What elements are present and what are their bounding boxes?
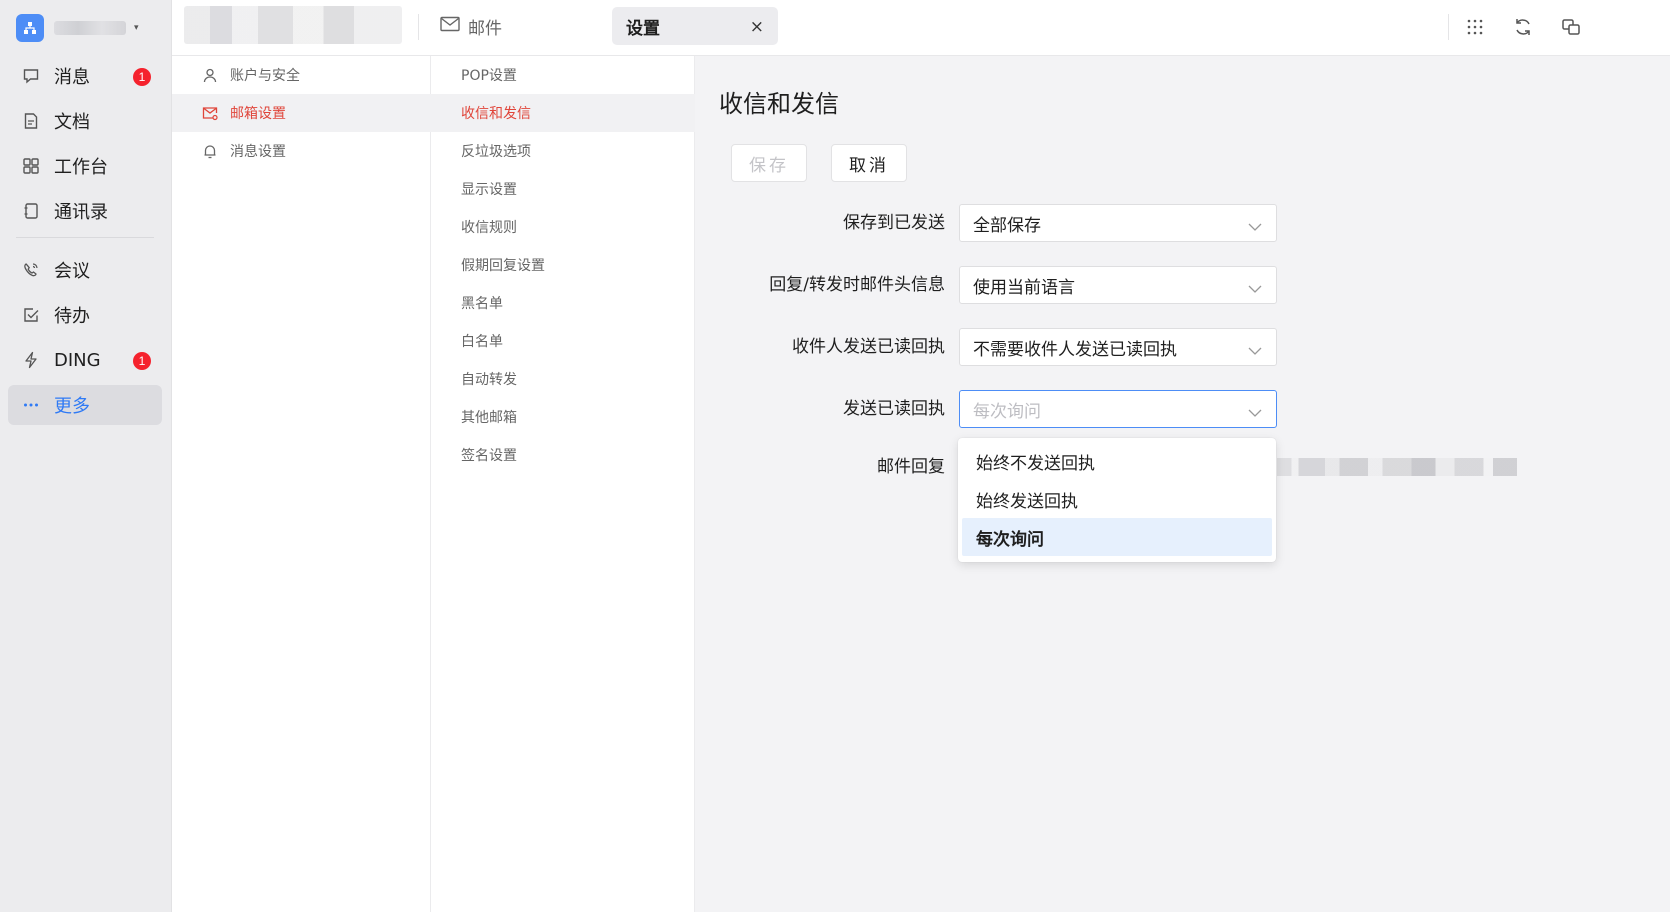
request-read-receipt-select[interactable]: 不需要收件人发送已读回执	[959, 328, 1277, 366]
mail-reply-value-redacted	[1277, 458, 1517, 476]
sidebar-item-messages[interactable]: 消息 1	[8, 56, 162, 96]
sidebar-item-docs[interactable]: 文档	[8, 101, 162, 141]
mail-settings-menu: POP设置 收信和发信 反垃圾选项 显示设置 收信规则 假期回复设置 黑名单 白…	[431, 56, 695, 912]
form-row-save-to-sent: 保存到已发送 全部保存	[695, 204, 1670, 242]
sidebar-item-todo[interactable]: 待办	[8, 295, 162, 335]
mail-icon	[440, 16, 460, 37]
divider	[418, 14, 419, 40]
chevron-down-icon	[1248, 217, 1262, 237]
document-icon	[22, 112, 40, 130]
form-row-reply-header: 回复/转发时邮件头信息 使用当前语言	[695, 266, 1670, 304]
unread-badge: 1	[133, 352, 151, 370]
sidebar-item-label: 文档	[54, 112, 90, 133]
save-button[interactable]: 保存	[731, 144, 807, 182]
select-value: 不需要收件人发送已读回执	[973, 339, 1177, 360]
app-sidebar: ▾ 消息 1 文档 工作台 通讯录 会议 待办 DING 1 更多	[0, 0, 172, 912]
todo-icon	[22, 306, 40, 324]
tab-label: 设置	[626, 18, 660, 39]
sidebar-item-label: 消息	[54, 67, 90, 88]
form-row-request-receipt: 收件人发送已读回执 不需要收件人发送已读回执	[695, 328, 1670, 366]
meeting-icon	[22, 261, 40, 279]
category-label: 消息设置	[230, 144, 286, 160]
sidebar-item-workbench[interactable]: 工作台	[8, 146, 162, 186]
category-label: 邮箱设置	[230, 106, 286, 122]
chevron-down-icon[interactable]: ▾	[134, 23, 139, 33]
message-icon	[22, 67, 40, 85]
window-switch-icon[interactable]	[1560, 16, 1582, 38]
refresh-icon[interactable]	[1512, 16, 1534, 38]
select-value: 全部保存	[973, 215, 1041, 236]
workbench-icon	[22, 157, 40, 175]
category-message-settings[interactable]: 消息设置	[172, 132, 431, 170]
category-mail-settings[interactable]: 邮箱设置	[172, 94, 431, 132]
user-icon	[202, 67, 218, 83]
more-icon	[22, 396, 40, 414]
mail-settings-icon	[202, 105, 218, 121]
dropdown-option-ask-each-time[interactable]: 每次询问	[962, 518, 1272, 556]
category-account-security[interactable]: 账户与安全	[172, 56, 431, 94]
top-bar: 邮件 设置 ×	[172, 0, 1670, 56]
category-label: 账户与安全	[230, 68, 300, 84]
cancel-button[interactable]: 取消	[831, 144, 907, 182]
menu-blacklist[interactable]: 黑名单	[431, 284, 695, 322]
sidebar-item-meeting[interactable]: 会议	[8, 250, 162, 290]
field-label: 发送已读回执	[843, 399, 945, 419]
menu-pop[interactable]: POP设置	[431, 56, 695, 94]
menu-other-mailboxes[interactable]: 其他邮箱	[431, 398, 695, 436]
menu-auto-forward[interactable]: 自动转发	[431, 360, 695, 398]
page-title: 收信和发信	[719, 90, 839, 118]
divider	[1448, 14, 1449, 40]
send-receipt-dropdown: 始终不发送回执 始终发送回执 每次询问	[958, 438, 1276, 562]
chevron-down-icon	[1248, 341, 1262, 361]
menu-signature[interactable]: 签名设置	[431, 436, 695, 474]
ding-icon	[22, 351, 40, 369]
form-row-send-receipt: 发送已读回执 每次询问	[695, 390, 1670, 428]
sidebar-item-label: 更多	[54, 396, 90, 417]
contacts-icon	[22, 202, 40, 220]
bell-icon	[202, 143, 218, 159]
dropdown-option-never-send[interactable]: 始终不发送回执	[962, 442, 1272, 480]
sidebar-divider	[16, 237, 154, 238]
sidebar-item-ding[interactable]: DING 1	[8, 340, 162, 380]
sidebar-nav: 消息 1 文档 工作台 通讯录 会议 待办 DING 1 更多	[8, 56, 162, 430]
select-value: 使用当前语言	[973, 277, 1075, 298]
menu-anti-spam[interactable]: 反垃圾选项	[431, 132, 695, 170]
field-label: 收件人发送已读回执	[792, 337, 945, 357]
field-label: 回复/转发时邮件头信息	[769, 275, 945, 295]
tab-settings[interactable]: 设置 ×	[612, 7, 778, 45]
send-read-receipt-select[interactable]: 每次询问	[959, 390, 1277, 428]
menu-whitelist[interactable]: 白名单	[431, 322, 695, 360]
save-to-sent-select[interactable]: 全部保存	[959, 204, 1277, 242]
org-logo-icon	[16, 14, 44, 42]
account-name-redacted	[184, 6, 402, 44]
settings-categories: 账户与安全 邮箱设置 消息设置	[172, 56, 431, 912]
sidebar-item-more[interactable]: 更多	[8, 385, 162, 425]
sidebar-item-label: 会议	[54, 261, 90, 282]
unread-badge: 1	[133, 68, 151, 86]
sidebar-item-contacts[interactable]: 通讯录	[8, 191, 162, 231]
select-placeholder: 每次询问	[973, 401, 1041, 422]
apps-grid-icon[interactable]	[1464, 16, 1486, 38]
sidebar-item-label: 工作台	[54, 157, 108, 178]
org-name-redacted	[54, 21, 126, 35]
tab-mail[interactable]: 邮件	[440, 7, 502, 45]
menu-receive-rules[interactable]: 收信规则	[431, 208, 695, 246]
field-label: 邮件回复	[877, 457, 945, 477]
sidebar-item-label: 通讯录	[54, 202, 108, 223]
sidebar-item-label: DING	[54, 349, 101, 371]
org-switcher[interactable]: ▾	[16, 12, 140, 44]
tab-label: 邮件	[468, 18, 502, 39]
menu-display[interactable]: 显示设置	[431, 170, 695, 208]
menu-receive-send[interactable]: 收信和发信	[431, 94, 695, 132]
chevron-down-icon	[1248, 403, 1262, 423]
field-label: 保存到已发送	[843, 213, 945, 233]
dropdown-option-always-send[interactable]: 始终发送回执	[962, 480, 1272, 518]
chevron-down-icon	[1248, 279, 1262, 299]
menu-vacation-reply[interactable]: 假期回复设置	[431, 246, 695, 284]
reply-header-language-select[interactable]: 使用当前语言	[959, 266, 1277, 304]
close-icon[interactable]: ×	[750, 17, 764, 37]
sidebar-item-label: 待办	[54, 306, 90, 327]
